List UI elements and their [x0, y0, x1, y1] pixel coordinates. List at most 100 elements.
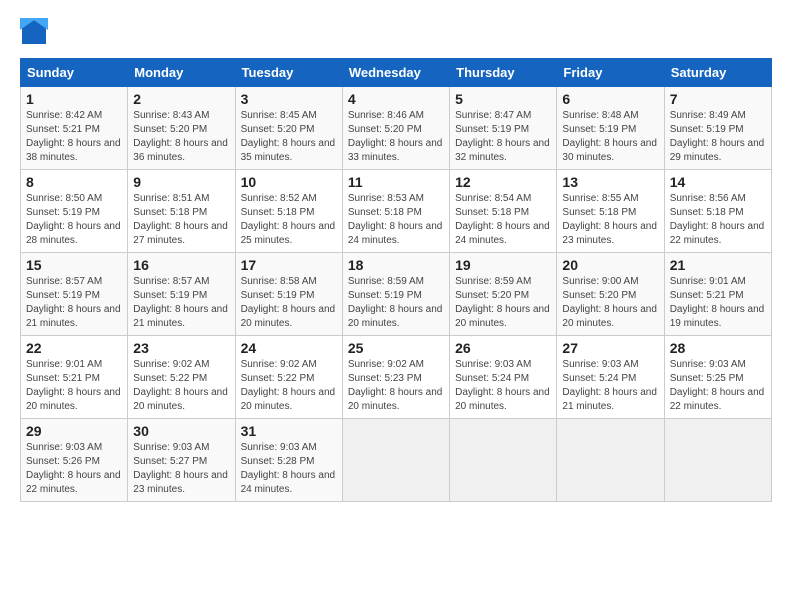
day-info: Sunrise: 9:03 AMSunset: 5:27 PMDaylight:…	[133, 442, 228, 495]
calendar-cell: 9 Sunrise: 8:51 AMSunset: 5:18 PMDaylight…	[128, 170, 235, 253]
day-number: 7	[670, 91, 766, 107]
calendar-cell: 27 Sunrise: 9:03 AMSunset: 5:24 PMDayligh…	[557, 336, 664, 419]
logo-icon	[20, 18, 48, 46]
day-number: 25	[348, 340, 444, 356]
day-number: 21	[670, 257, 766, 273]
day-info: Sunrise: 8:49 AMSunset: 5:19 PMDaylight:…	[670, 110, 765, 163]
day-info: Sunrise: 8:58 AMSunset: 5:19 PMDaylight:…	[241, 276, 336, 329]
calendar-cell: 19Sunrise: 8:59 AMSunset: 5:20 PMDayligh…	[450, 253, 557, 336]
day-number: 4	[348, 91, 444, 107]
day-info: Sunrise: 8:57 AMSunset: 5:19 PMDaylight:…	[133, 276, 228, 329]
day-info: Sunrise: 8:47 AMSunset: 5:19 PMDaylight:…	[455, 110, 550, 163]
calendar-cell	[557, 419, 664, 502]
day-info: Sunrise: 9:03 AMSunset: 5:26 PMDaylight:…	[26, 442, 121, 495]
day-info: Sunrise: 8:43 AMSunset: 5:20 PMDaylight:…	[133, 110, 228, 163]
day-info: Sunrise: 8:48 AMSunset: 5:19 PMDaylight:…	[562, 110, 657, 163]
calendar-cell: 16 Sunrise: 8:57 AMSunset: 5:19 PMDayligh…	[128, 253, 235, 336]
day-info: Sunrise: 8:52 AMSunset: 5:18 PMDaylight:…	[241, 193, 336, 246]
day-number: 17	[241, 257, 337, 273]
day-number: 29	[26, 423, 122, 439]
calendar-cell: 18 Sunrise: 8:59 AMSunset: 5:19 PMDayligh…	[342, 253, 449, 336]
page-container: SundayMondayTuesdayWednesdayThursdayFrid…	[0, 0, 792, 512]
header-day-wednesday: Wednesday	[342, 59, 449, 87]
day-number: 22	[26, 340, 122, 356]
calendar-cell: 24 Sunrise: 9:02 AMSunset: 5:22 PMDayligh…	[235, 336, 342, 419]
day-number: 16	[133, 257, 229, 273]
day-number: 5	[455, 91, 551, 107]
day-number: 9	[133, 174, 229, 190]
calendar-cell: 3 Sunrise: 8:45 AMSunset: 5:20 PMDaylight…	[235, 87, 342, 170]
header-day-monday: Monday	[128, 59, 235, 87]
day-number: 28	[670, 340, 766, 356]
day-number: 1	[26, 91, 122, 107]
day-info: Sunrise: 9:00 AMSunset: 5:20 PMDaylight:…	[562, 276, 657, 329]
day-number: 24	[241, 340, 337, 356]
calendar-cell: 28 Sunrise: 9:03 AMSunset: 5:25 PMDayligh…	[664, 336, 771, 419]
day-info: Sunrise: 8:42 AMSunset: 5:21 PMDaylight:…	[26, 110, 121, 163]
day-number: 8	[26, 174, 122, 190]
calendar-cell: 23 Sunrise: 9:02 AMSunset: 5:22 PMDayligh…	[128, 336, 235, 419]
day-number: 3	[241, 91, 337, 107]
calendar-cell: 17 Sunrise: 8:58 AMSunset: 5:19 PMDayligh…	[235, 253, 342, 336]
day-number: 2	[133, 91, 229, 107]
day-info: Sunrise: 9:03 AMSunset: 5:24 PMDaylight:…	[562, 359, 657, 412]
day-info: Sunrise: 8:51 AMSunset: 5:18 PMDaylight:…	[133, 193, 228, 246]
day-info: Sunrise: 8:55 AMSunset: 5:18 PMDaylight:…	[562, 193, 657, 246]
day-info: Sunrise: 8:50 AMSunset: 5:19 PMDaylight:…	[26, 193, 121, 246]
day-info: Sunrise: 9:03 AMSunset: 5:28 PMDaylight:…	[241, 442, 336, 495]
calendar-cell: 7 Sunrise: 8:49 AMSunset: 5:19 PMDaylight…	[664, 87, 771, 170]
week-row-4: 22Sunrise: 9:01 AMSunset: 5:21 PMDayligh…	[21, 336, 772, 419]
calendar-cell: 2 Sunrise: 8:43 AMSunset: 5:20 PMDaylight…	[128, 87, 235, 170]
day-info: Sunrise: 8:46 AMSunset: 5:20 PMDaylight:…	[348, 110, 443, 163]
calendar-cell: 14 Sunrise: 8:56 AMSunset: 5:18 PMDayligh…	[664, 170, 771, 253]
week-row-5: 29 Sunrise: 9:03 AMSunset: 5:26 PMDayligh…	[21, 419, 772, 502]
calendar-cell: 20 Sunrise: 9:00 AMSunset: 5:20 PMDayligh…	[557, 253, 664, 336]
header-day-saturday: Saturday	[664, 59, 771, 87]
day-info: Sunrise: 9:02 AMSunset: 5:22 PMDaylight:…	[133, 359, 228, 412]
calendar-cell: 15 Sunrise: 8:57 AMSunset: 5:19 PMDayligh…	[21, 253, 128, 336]
calendar-cell: 11 Sunrise: 8:53 AMSunset: 5:18 PMDayligh…	[342, 170, 449, 253]
header-day-sunday: Sunday	[21, 59, 128, 87]
calendar-cell: 30 Sunrise: 9:03 AMSunset: 5:27 PMDayligh…	[128, 419, 235, 502]
logo	[20, 18, 52, 46]
calendar-cell	[450, 419, 557, 502]
header	[20, 18, 772, 46]
day-number: 11	[348, 174, 444, 190]
calendar-cell: 5 Sunrise: 8:47 AMSunset: 5:19 PMDaylight…	[450, 87, 557, 170]
day-info: Sunrise: 8:59 AMSunset: 5:19 PMDaylight:…	[348, 276, 443, 329]
calendar-body: 1 Sunrise: 8:42 AMSunset: 5:21 PMDaylight…	[21, 87, 772, 502]
day-info: Sunrise: 9:03 AMSunset: 5:25 PMDaylight:…	[670, 359, 765, 412]
day-info: Sunrise: 9:02 AMSunset: 5:22 PMDaylight:…	[241, 359, 336, 412]
day-number: 30	[133, 423, 229, 439]
header-day-thursday: Thursday	[450, 59, 557, 87]
day-number: 15	[26, 257, 122, 273]
day-info: Sunrise: 8:57 AMSunset: 5:19 PMDaylight:…	[26, 276, 121, 329]
calendar-cell: 13Sunrise: 8:55 AMSunset: 5:18 PMDayligh…	[557, 170, 664, 253]
day-number: 27	[562, 340, 658, 356]
week-row-1: 1 Sunrise: 8:42 AMSunset: 5:21 PMDaylight…	[21, 87, 772, 170]
day-number: 6	[562, 91, 658, 107]
day-info: Sunrise: 9:01 AMSunset: 5:21 PMDaylight:…	[670, 276, 765, 329]
day-info: Sunrise: 8:53 AMSunset: 5:18 PMDaylight:…	[348, 193, 443, 246]
day-number: 26	[455, 340, 551, 356]
day-number: 14	[670, 174, 766, 190]
day-info: Sunrise: 8:45 AMSunset: 5:20 PMDaylight:…	[241, 110, 336, 163]
header-day-tuesday: Tuesday	[235, 59, 342, 87]
calendar-cell	[342, 419, 449, 502]
calendar-cell: 6 Sunrise: 8:48 AMSunset: 5:19 PMDaylight…	[557, 87, 664, 170]
header-row: SundayMondayTuesdayWednesdayThursdayFrid…	[21, 59, 772, 87]
day-number: 18	[348, 257, 444, 273]
week-row-2: 8 Sunrise: 8:50 AMSunset: 5:19 PMDaylight…	[21, 170, 772, 253]
calendar-cell: 26Sunrise: 9:03 AMSunset: 5:24 PMDayligh…	[450, 336, 557, 419]
calendar-cell: 4 Sunrise: 8:46 AMSunset: 5:20 PMDaylight…	[342, 87, 449, 170]
day-info: Sunrise: 8:59 AMSunset: 5:20 PMDaylight:…	[455, 276, 550, 329]
day-number: 23	[133, 340, 229, 356]
header-day-friday: Friday	[557, 59, 664, 87]
day-number: 31	[241, 423, 337, 439]
day-number: 20	[562, 257, 658, 273]
calendar-table: SundayMondayTuesdayWednesdayThursdayFrid…	[20, 58, 772, 502]
day-info: Sunrise: 9:02 AMSunset: 5:23 PMDaylight:…	[348, 359, 443, 412]
day-info: Sunrise: 8:56 AMSunset: 5:18 PMDaylight:…	[670, 193, 765, 246]
calendar-cell: 10Sunrise: 8:52 AMSunset: 5:18 PMDayligh…	[235, 170, 342, 253]
calendar-cell: 22Sunrise: 9:01 AMSunset: 5:21 PMDayligh…	[21, 336, 128, 419]
